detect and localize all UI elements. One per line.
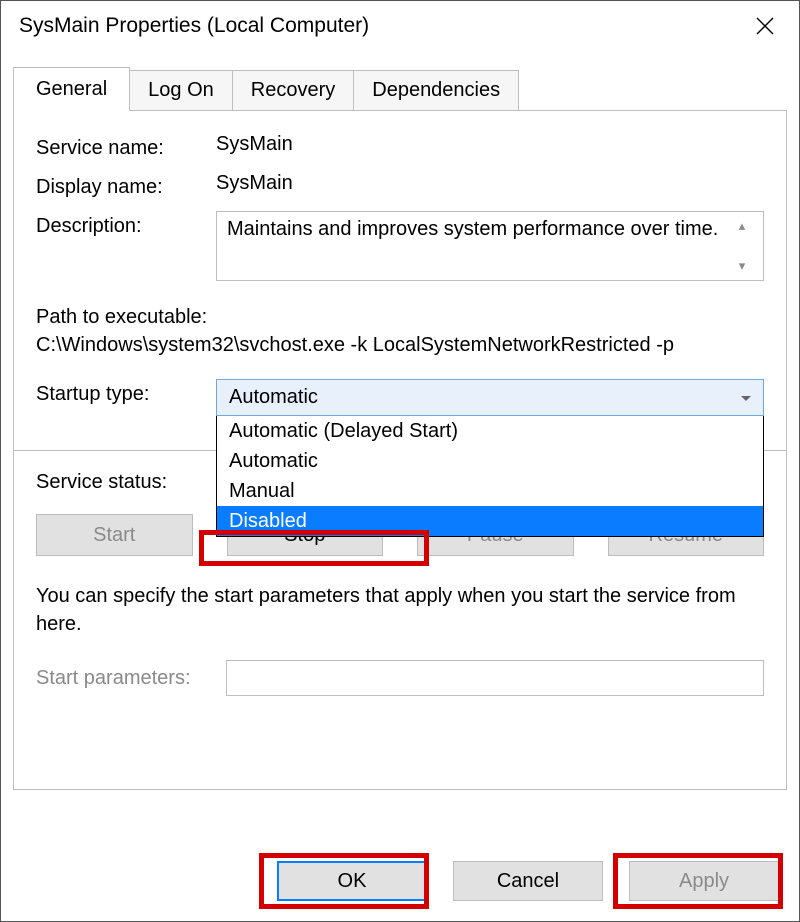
row-service-name: Service name: SysMain bbox=[36, 133, 764, 160]
ok-button[interactable]: OK bbox=[277, 861, 427, 901]
tab-container: General Log On Recovery Dependencies Ser… bbox=[13, 67, 787, 790]
row-display-name: Display name: SysMain bbox=[36, 172, 764, 199]
option-disabled[interactable]: Disabled bbox=[217, 506, 763, 536]
cancel-button[interactable]: Cancel bbox=[453, 861, 603, 901]
startup-type-select[interactable]: Automatic Automatic (Delayed Start) Auto… bbox=[216, 379, 764, 416]
scroll-up-icon[interactable]: ▴ bbox=[731, 218, 753, 234]
value-path: C:\Windows\system32\svchost.exe -k Local… bbox=[36, 331, 764, 359]
close-icon bbox=[756, 17, 774, 35]
tab-strip: General Log On Recovery Dependencies bbox=[13, 67, 787, 110]
label-service-status: Service status: bbox=[36, 467, 216, 494]
start-parameters-input bbox=[226, 660, 764, 696]
row-start-parameters: Start parameters: bbox=[36, 660, 764, 696]
option-manual[interactable]: Manual bbox=[217, 476, 763, 506]
row-startup-type: Startup type: Automatic Automatic (Delay… bbox=[36, 379, 764, 416]
label-display-name: Display name: bbox=[36, 172, 216, 199]
startup-type-selected: Automatic bbox=[229, 386, 318, 408]
tab-dependencies[interactable]: Dependencies bbox=[354, 70, 519, 110]
label-startup-type: Startup type: bbox=[36, 379, 216, 406]
dialog-window: SysMain Properties (Local Computer) Gene… bbox=[0, 0, 800, 922]
tab-recovery[interactable]: Recovery bbox=[233, 70, 354, 110]
window-title: SysMain Properties (Local Computer) bbox=[19, 14, 369, 38]
start-button: Start bbox=[36, 514, 193, 556]
option-automatic[interactable]: Automatic bbox=[217, 446, 763, 476]
description-text: Maintains and improves system performanc… bbox=[227, 218, 731, 274]
tab-general[interactable]: General bbox=[13, 67, 130, 111]
label-description: Description: bbox=[36, 211, 216, 238]
value-display-name: SysMain bbox=[216, 172, 764, 195]
startup-type-button[interactable]: Automatic bbox=[216, 379, 764, 416]
start-params-hint: You can specify the start parameters tha… bbox=[36, 582, 764, 638]
label-service-name: Service name: bbox=[36, 133, 216, 160]
close-button[interactable] bbox=[745, 6, 785, 46]
value-service-name: SysMain bbox=[216, 133, 764, 156]
startup-type-dropdown: Automatic (Delayed Start) Automatic Manu… bbox=[216, 416, 764, 537]
apply-button: Apply bbox=[629, 861, 779, 901]
row-description: Description: Maintains and improves syst… bbox=[36, 211, 764, 281]
titlebar: SysMain Properties (Local Computer) bbox=[1, 1, 799, 51]
description-scrollbar[interactable]: ▴ ▾ bbox=[731, 218, 753, 274]
label-path: Path to executable: bbox=[36, 303, 764, 331]
panel-general: Service name: SysMain Display name: SysM… bbox=[13, 110, 787, 790]
label-start-parameters: Start parameters: bbox=[36, 667, 226, 690]
description-box[interactable]: Maintains and improves system performanc… bbox=[216, 211, 764, 281]
path-block: Path to executable: C:\Windows\system32\… bbox=[36, 303, 764, 359]
option-automatic-delayed[interactable]: Automatic (Delayed Start) bbox=[217, 416, 763, 446]
tab-log-on[interactable]: Log On bbox=[130, 70, 233, 110]
scroll-down-icon[interactable]: ▾ bbox=[731, 258, 753, 274]
dialog-buttons: OK Cancel Apply bbox=[277, 861, 779, 901]
